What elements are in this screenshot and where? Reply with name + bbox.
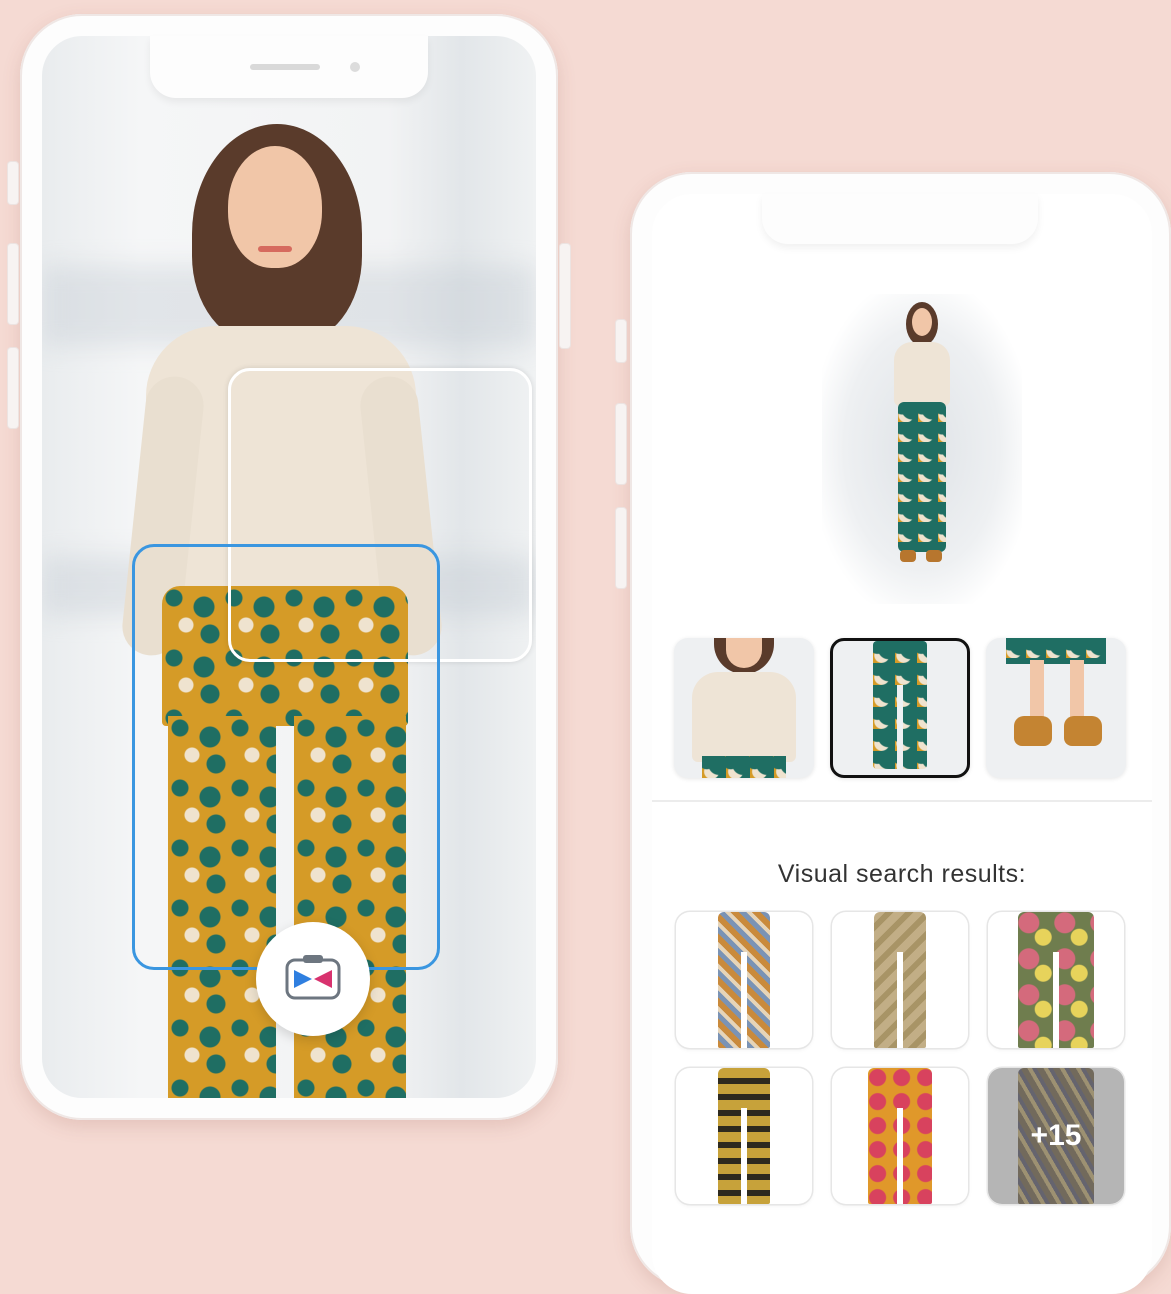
crop-thumb-pants[interactable] (830, 638, 970, 778)
speaker (250, 64, 320, 70)
result-item[interactable] (676, 912, 812, 1048)
hero-pants (898, 402, 946, 552)
crop-thumb-top[interactable] (674, 638, 814, 778)
hero-shoe-left (900, 550, 916, 562)
power-button (560, 244, 570, 348)
result-item-more[interactable]: +15 (988, 1068, 1124, 1204)
detection-box-pants[interactable] (132, 544, 440, 970)
results-heading: Visual search results: (777, 860, 1027, 888)
section-divider (652, 800, 1152, 802)
volume-up-button (8, 244, 18, 324)
phone-camera-view (8, 14, 570, 1120)
hero-blouse (894, 342, 950, 406)
more-results-count: +15 (988, 1068, 1124, 1204)
hero-shoe-right (926, 550, 942, 562)
volume-up-button (616, 404, 626, 484)
result-item[interactable] (832, 1068, 968, 1204)
phone-results-view: Visual search results: +15 (616, 172, 1171, 1294)
result-item[interactable] (676, 1068, 812, 1204)
mute-switch (616, 320, 626, 362)
volume-down-button (616, 508, 626, 588)
volume-down-button (8, 348, 18, 428)
phone-notch (762, 194, 1038, 244)
front-camera (350, 62, 360, 72)
hero-product-image (822, 294, 1022, 604)
phone-notch (150, 36, 428, 98)
crop-thumb-shoes[interactable] (986, 638, 1126, 778)
result-item[interactable] (988, 912, 1124, 1048)
camera-screen (42, 36, 536, 1098)
lips (258, 246, 292, 252)
results-screen: Visual search results: +15 (652, 194, 1152, 1294)
camera-icon (285, 955, 341, 1000)
camera-button[interactable] (256, 922, 370, 1036)
mute-switch (8, 162, 18, 204)
result-item[interactable] (832, 912, 968, 1048)
hero-face (912, 308, 932, 336)
